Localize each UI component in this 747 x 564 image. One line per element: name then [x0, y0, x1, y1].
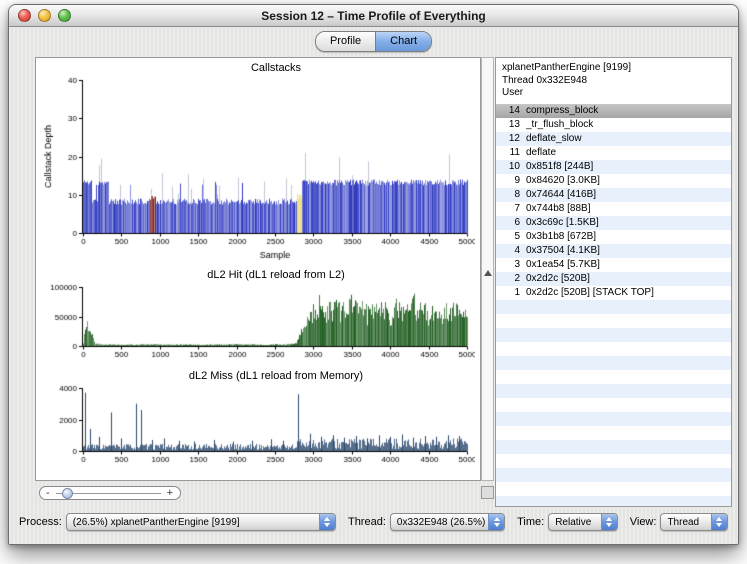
callstack-row-label: 0x1ea54 [5.7KB] [526, 258, 731, 272]
chart-panel: Callstacks dL2 Hit (dL1 reload from L2) … [35, 57, 481, 481]
thread-label: Thread: [348, 516, 386, 528]
callstack-row-depth: 8 [496, 188, 526, 202]
callstack-row[interactable]: 20x2d2c [520B] [496, 272, 731, 286]
callstack-row-label: compress_block [526, 104, 731, 118]
callstack-row-depth: 14 [496, 104, 526, 118]
callstack-row[interactable]: 70x744b8 [88B] [496, 202, 731, 216]
callstack-row[interactable]: 30x1ea54 [5.7KB] [496, 258, 731, 272]
dl2-hit-chart-title: dL2 Hit (dL1 reload from L2) [36, 268, 480, 282]
callstack-row-label: 0x37504 [4.1KB] [526, 244, 731, 258]
callstack-row-depth: 11 [496, 146, 526, 160]
callstack-row[interactable]: 80x74644 [416B] [496, 188, 731, 202]
callstack-row-depth: 6 [496, 216, 526, 230]
callstack-row-depth: 9 [496, 174, 526, 188]
callstack-row-label: deflate_slow [526, 132, 731, 146]
callstack-row[interactable]: 13_tr_flush_block [496, 118, 731, 132]
zoom-out-button[interactable]: - [40, 487, 52, 499]
callstack-row-label: 0x74644 [416B] [526, 188, 731, 202]
callstack-row-depth: 12 [496, 132, 526, 146]
callstack-row[interactable]: 100x851f8 [244B] [496, 160, 731, 174]
callstack-row[interactable]: 50x3b1b8 [672B] [496, 230, 731, 244]
tab-chart[interactable]: Chart [376, 32, 431, 51]
callstack-row[interactable]: 90x84620 [3.0KB] [496, 174, 731, 188]
callstack-row-label: 0x3c69c [1.5KB] [526, 216, 731, 230]
window-title: Session 12 – Time Profile of Everything [9, 9, 738, 23]
scrollbar-corner [481, 486, 494, 499]
popup-arrows-icon [601, 514, 617, 530]
popup-arrows-icon [711, 514, 727, 530]
callstack-rows: 14compress_block13_tr_flush_block12defla… [496, 104, 731, 507]
view-popup[interactable]: Thread [660, 513, 728, 531]
callstack-row-depth: 2 [496, 272, 526, 286]
thread-name: Thread 0x332E948 [502, 75, 725, 88]
callstack-row-label: 0x84620 [3.0KB] [526, 174, 731, 188]
callstack-row-label: deflate [526, 146, 731, 160]
dl2-hit-chart[interactable] [39, 282, 475, 362]
callstack-row-label: 0x2d2c [520B] [526, 272, 731, 286]
zoom-in-button[interactable]: + [165, 487, 180, 499]
popup-arrows-icon [319, 514, 335, 530]
dl2-miss-chart-title: dL2 Miss (dL1 reload from Memory) [36, 369, 480, 383]
callstack-row[interactable]: 10x2d2c [520B] [STACK TOP] [496, 286, 731, 300]
time-popup-value: Relative [549, 517, 601, 528]
bottom-bar: Process: (26.5%) xplanetPantherEngine [9… [9, 509, 738, 535]
callstack-row-depth: 13 [496, 118, 526, 132]
callstack-header: xplanetPantherEngine [9199] Thread 0x332… [496, 58, 731, 104]
callstack-row[interactable]: 11deflate [496, 146, 731, 160]
zoom-slider-thumb[interactable] [62, 488, 73, 499]
titlebar[interactable]: Session 12 – Time Profile of Everything [9, 5, 738, 27]
callstack-row-depth: 4 [496, 244, 526, 258]
callstack-row-depth: 1 [496, 286, 526, 300]
callstack-row-depth: 7 [496, 202, 526, 216]
popup-arrows-icon [488, 514, 504, 530]
callstack-row[interactable]: 14compress_block [496, 104, 731, 118]
callstack-row-depth: 3 [496, 258, 526, 272]
callstack-row-label: 0x3b1b8 [672B] [526, 230, 731, 244]
process-name: xplanetPantherEngine [9199] [502, 62, 725, 75]
callstacks-chart[interactable] [39, 75, 475, 261]
thread-popup[interactable]: 0x332E948 (26.5%) [390, 513, 505, 531]
process-popup[interactable]: (26.5%) xplanetPantherEngine [9199] [66, 513, 336, 531]
dl2-miss-chart[interactable] [39, 383, 475, 467]
callstack-row[interactable]: 12deflate_slow [496, 132, 731, 146]
callstack-row-depth: 5 [496, 230, 526, 244]
callstack-row-depth: 10 [496, 160, 526, 174]
callstack-row-label: 0x744b8 [88B] [526, 202, 731, 216]
process-label: Process: [19, 516, 62, 528]
callstack-row-label: 0x851f8 [244B] [526, 160, 731, 174]
callstack-panel: xplanetPantherEngine [9199] Thread 0x332… [495, 57, 732, 507]
time-popup[interactable]: Relative [548, 513, 618, 531]
callstack-row-label: 0x2d2c [520B] [STACK TOP] [526, 286, 731, 300]
callstack-empty-rows [496, 300, 731, 507]
callstack-row[interactable]: 40x37504 [4.1KB] [496, 244, 731, 258]
chart-zoom-slider: - + [39, 486, 181, 500]
vertical-scrollbar[interactable] [481, 57, 494, 481]
view-label: View: [630, 516, 657, 528]
thread-popup-value: 0x332E948 (26.5%) [391, 517, 488, 528]
callstacks-chart-title: Callstacks [36, 61, 480, 75]
view-switcher: Profile Chart [9, 31, 738, 52]
tab-profile[interactable]: Profile [316, 32, 376, 51]
scroll-up-icon[interactable] [484, 270, 492, 276]
mode-name: User [502, 87, 725, 100]
callstack-row-label: _tr_flush_block [526, 118, 731, 132]
process-popup-value: (26.5%) xplanetPantherEngine [9199] [67, 517, 319, 528]
app-window: Session 12 – Time Profile of Everything … [8, 4, 739, 545]
time-label: Time: [517, 516, 544, 528]
zoom-slider-track[interactable] [56, 493, 161, 494]
view-switcher-segmented: Profile Chart [315, 31, 432, 52]
view-popup-value: Thread [661, 517, 711, 528]
callstack-row[interactable]: 60x3c69c [1.5KB] [496, 216, 731, 230]
